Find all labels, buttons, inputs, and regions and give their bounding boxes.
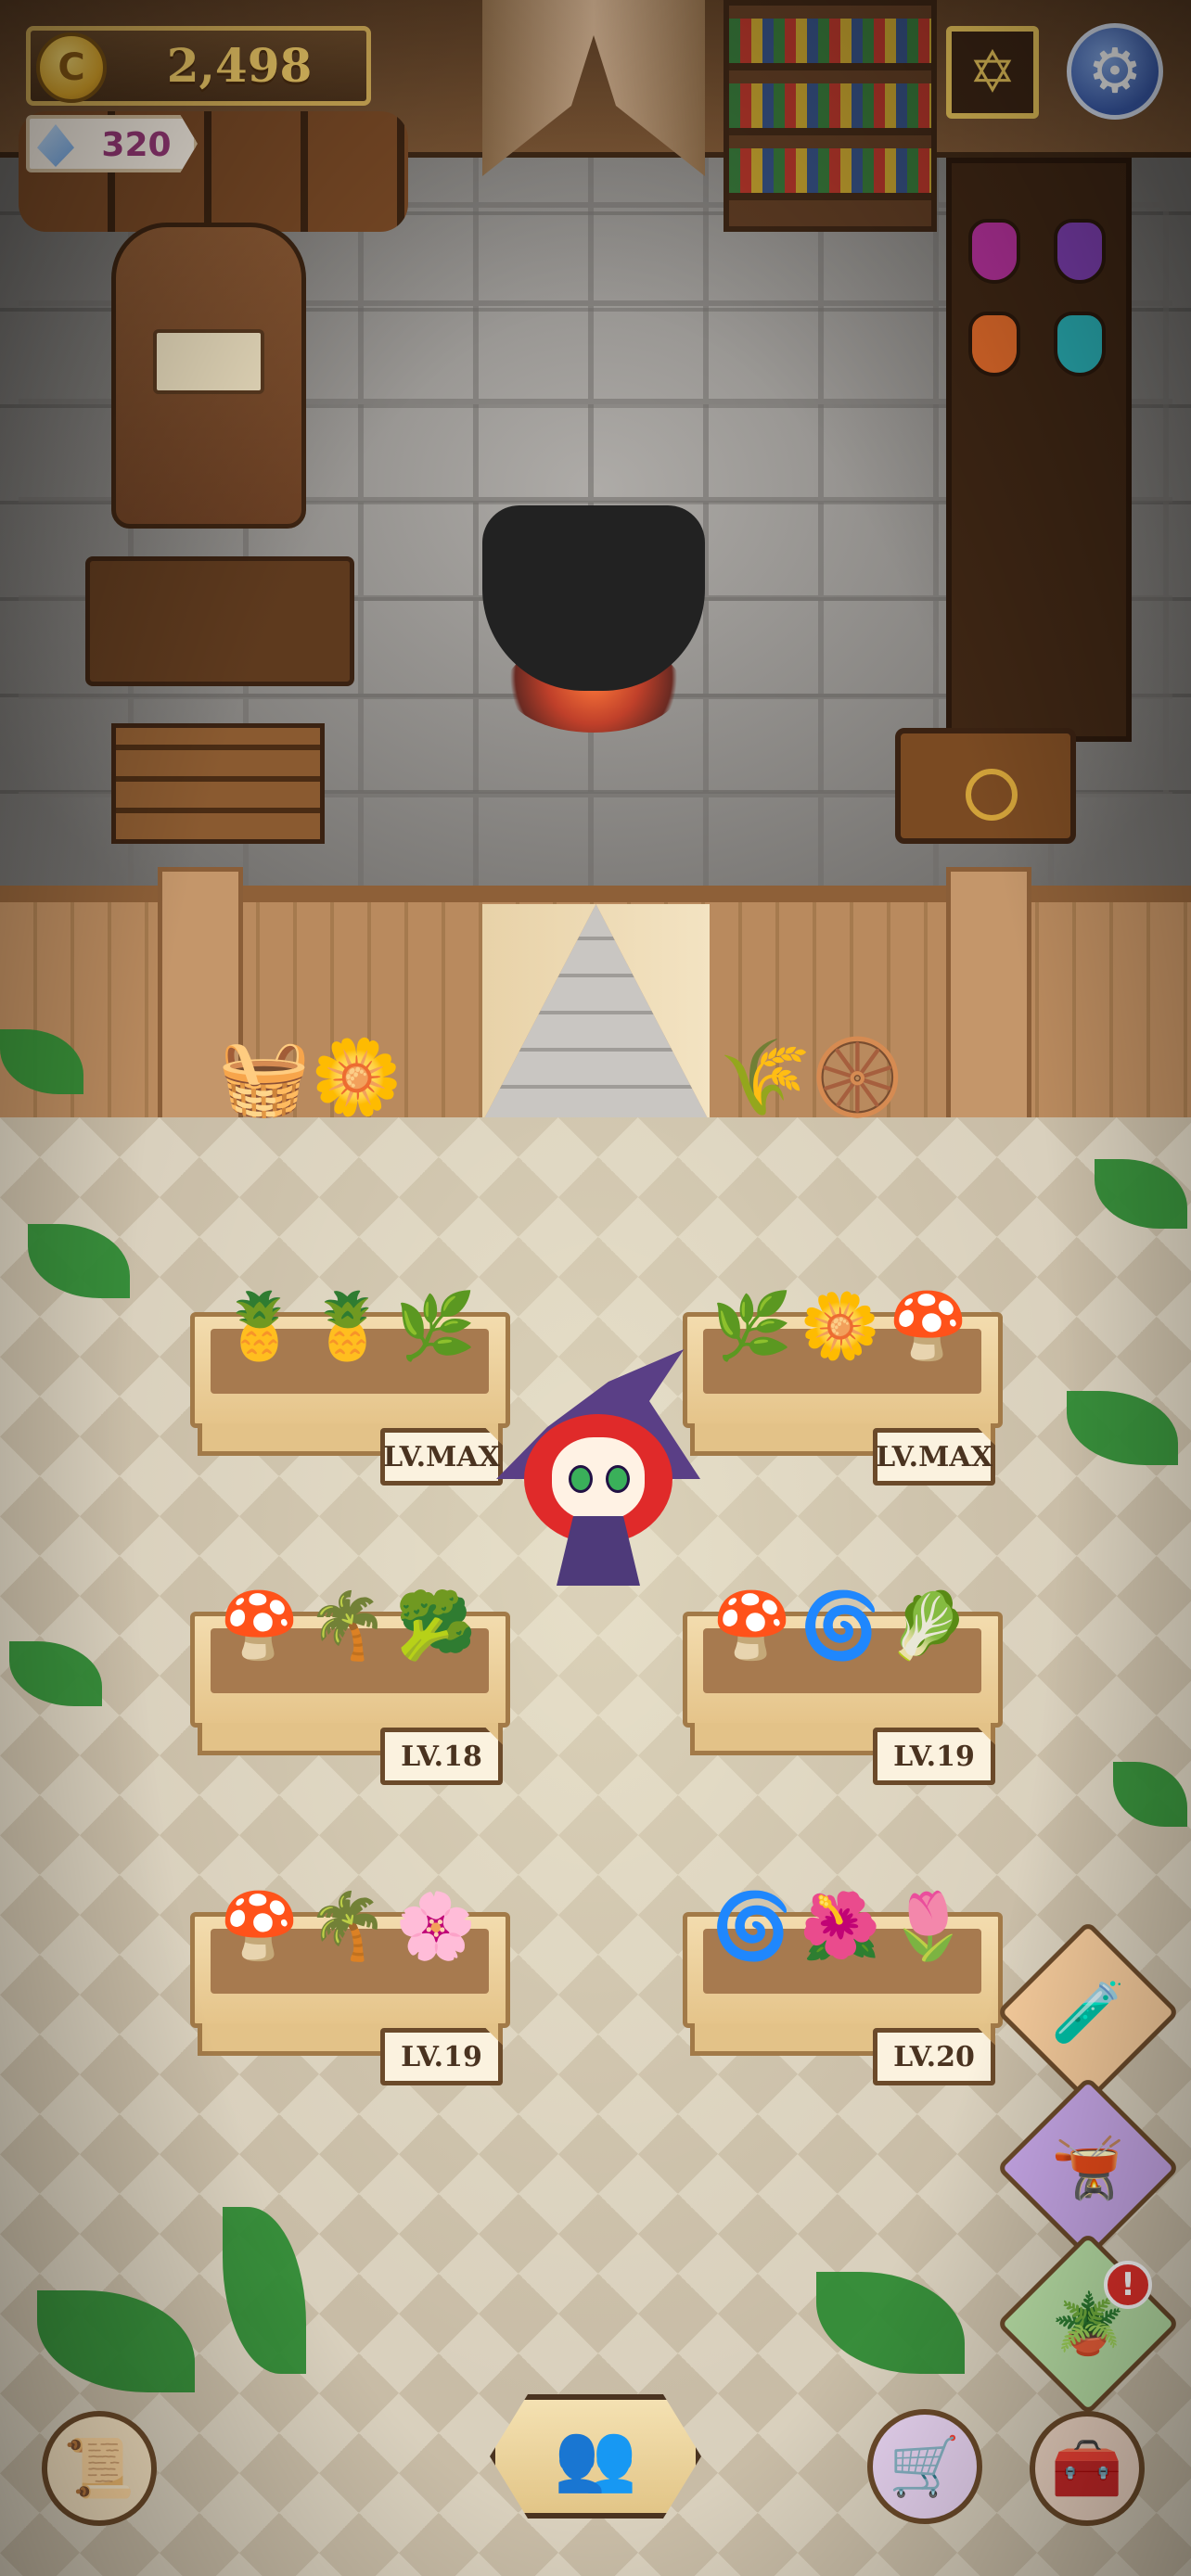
cauldron-icon: 🫕: [1051, 2134, 1125, 2203]
open-book-icon: [153, 329, 264, 394]
potion-icon: 🧪: [1051, 1978, 1125, 2047]
harvest-cart: 🌾🛞: [719, 1034, 904, 1120]
plant-icon: 🌴: [307, 1587, 389, 1664]
planter-4[interactable]: 🍄 🌀 🥬 LV.19: [683, 1588, 1003, 1785]
bottle-crate[interactable]: [111, 723, 325, 844]
plant-icon: 🌴: [307, 1887, 389, 1964]
spellbook-button[interactable]: ✡: [946, 26, 1039, 119]
coin-value: 2,498: [166, 38, 313, 93]
plant-icon: 🥦: [395, 1587, 477, 1664]
witch-character[interactable]: [487, 1349, 710, 1590]
plant-icon: 🍄: [711, 1587, 793, 1664]
spellbook-lectern[interactable]: [111, 223, 306, 529]
plant-icon: 🌀: [800, 1587, 881, 1664]
plant-icon: 🍍: [307, 1287, 389, 1364]
potion-shelf[interactable]: [946, 158, 1132, 742]
plant-icon: 🍄: [219, 1587, 301, 1664]
level-tag: LV.19: [380, 2028, 503, 2085]
plant-icon: 🍄: [219, 1887, 301, 1964]
customers-button[interactable]: 👥: [490, 2394, 701, 2519]
storage-button[interactable]: 🧰: [1030, 2411, 1145, 2526]
alert-badge: !: [1104, 2261, 1152, 2309]
coin-counter[interactable]: C 2,498: [26, 26, 371, 106]
scroll-icon: 📜: [63, 2434, 135, 2502]
plant-icon: 🌼: [800, 1287, 881, 1364]
treasure-chest[interactable]: [895, 728, 1076, 844]
gear-icon: ⚙: [1087, 35, 1143, 107]
potion-bottle-icon: [968, 219, 1020, 284]
plant-icon: 🌷: [888, 1887, 969, 1964]
level-tag: LV.19: [873, 1728, 995, 1785]
customers-icon: 👥: [554, 2417, 637, 2495]
planter-1[interactable]: 🍍 🍍 🌿 LV.MAX: [190, 1288, 510, 1486]
mortar-table[interactable]: [85, 556, 354, 686]
plant-icon: 🍍: [219, 1287, 301, 1364]
cart-button[interactable]: 🛒: [867, 2409, 982, 2524]
plant-icon: 🌺: [800, 1887, 881, 1964]
cart-icon: 🛒: [889, 2432, 961, 2500]
gem-value: 320: [101, 126, 172, 164]
level-tag: LV.20: [873, 2028, 995, 2085]
level-tag: LV.18: [380, 1728, 503, 1785]
planter-3[interactable]: 🍄 🌴 🥦 LV.18: [190, 1588, 510, 1785]
level-tag: LV.MAX: [873, 1428, 995, 1486]
potion-bottle-icon: [1054, 219, 1106, 284]
planter-2[interactable]: 🌿 🌼 🍄 LV.MAX: [683, 1288, 1003, 1486]
planter-6[interactable]: 🌀 🌺 🌷 LV.20: [683, 1888, 1003, 2085]
chest-icon: 🧰: [1051, 2434, 1123, 2502]
potion-bottle-icon: [968, 312, 1020, 376]
settings-button[interactable]: ⚙: [1067, 23, 1163, 120]
plant-icon: 🍄: [888, 1287, 969, 1364]
planter-5[interactable]: 🍄 🌴 🌸 LV.19: [190, 1888, 510, 2085]
crystal-icon: [37, 124, 74, 167]
plant-icon: 🥬: [888, 1587, 969, 1664]
level-tag: LV.MAX: [380, 1428, 503, 1486]
recipes-button[interactable]: 📜: [42, 2411, 157, 2526]
plant-icon: 🌿: [395, 1287, 477, 1364]
cauldron[interactable]: [482, 505, 705, 691]
plant-icon: 🌀: [711, 1887, 793, 1964]
hexagram-icon: ✡: [968, 38, 1017, 106]
plant-icon: 🌿: [711, 1287, 793, 1364]
gem-counter[interactable]: 320: [26, 115, 198, 172]
potion-bottle-icon: [1054, 312, 1106, 376]
harvest-basket: 🧺🌼: [218, 1034, 403, 1120]
bookshelf[interactable]: [724, 0, 937, 232]
plant-icon: 🌸: [395, 1887, 477, 1964]
coin-icon: C: [36, 32, 107, 103]
